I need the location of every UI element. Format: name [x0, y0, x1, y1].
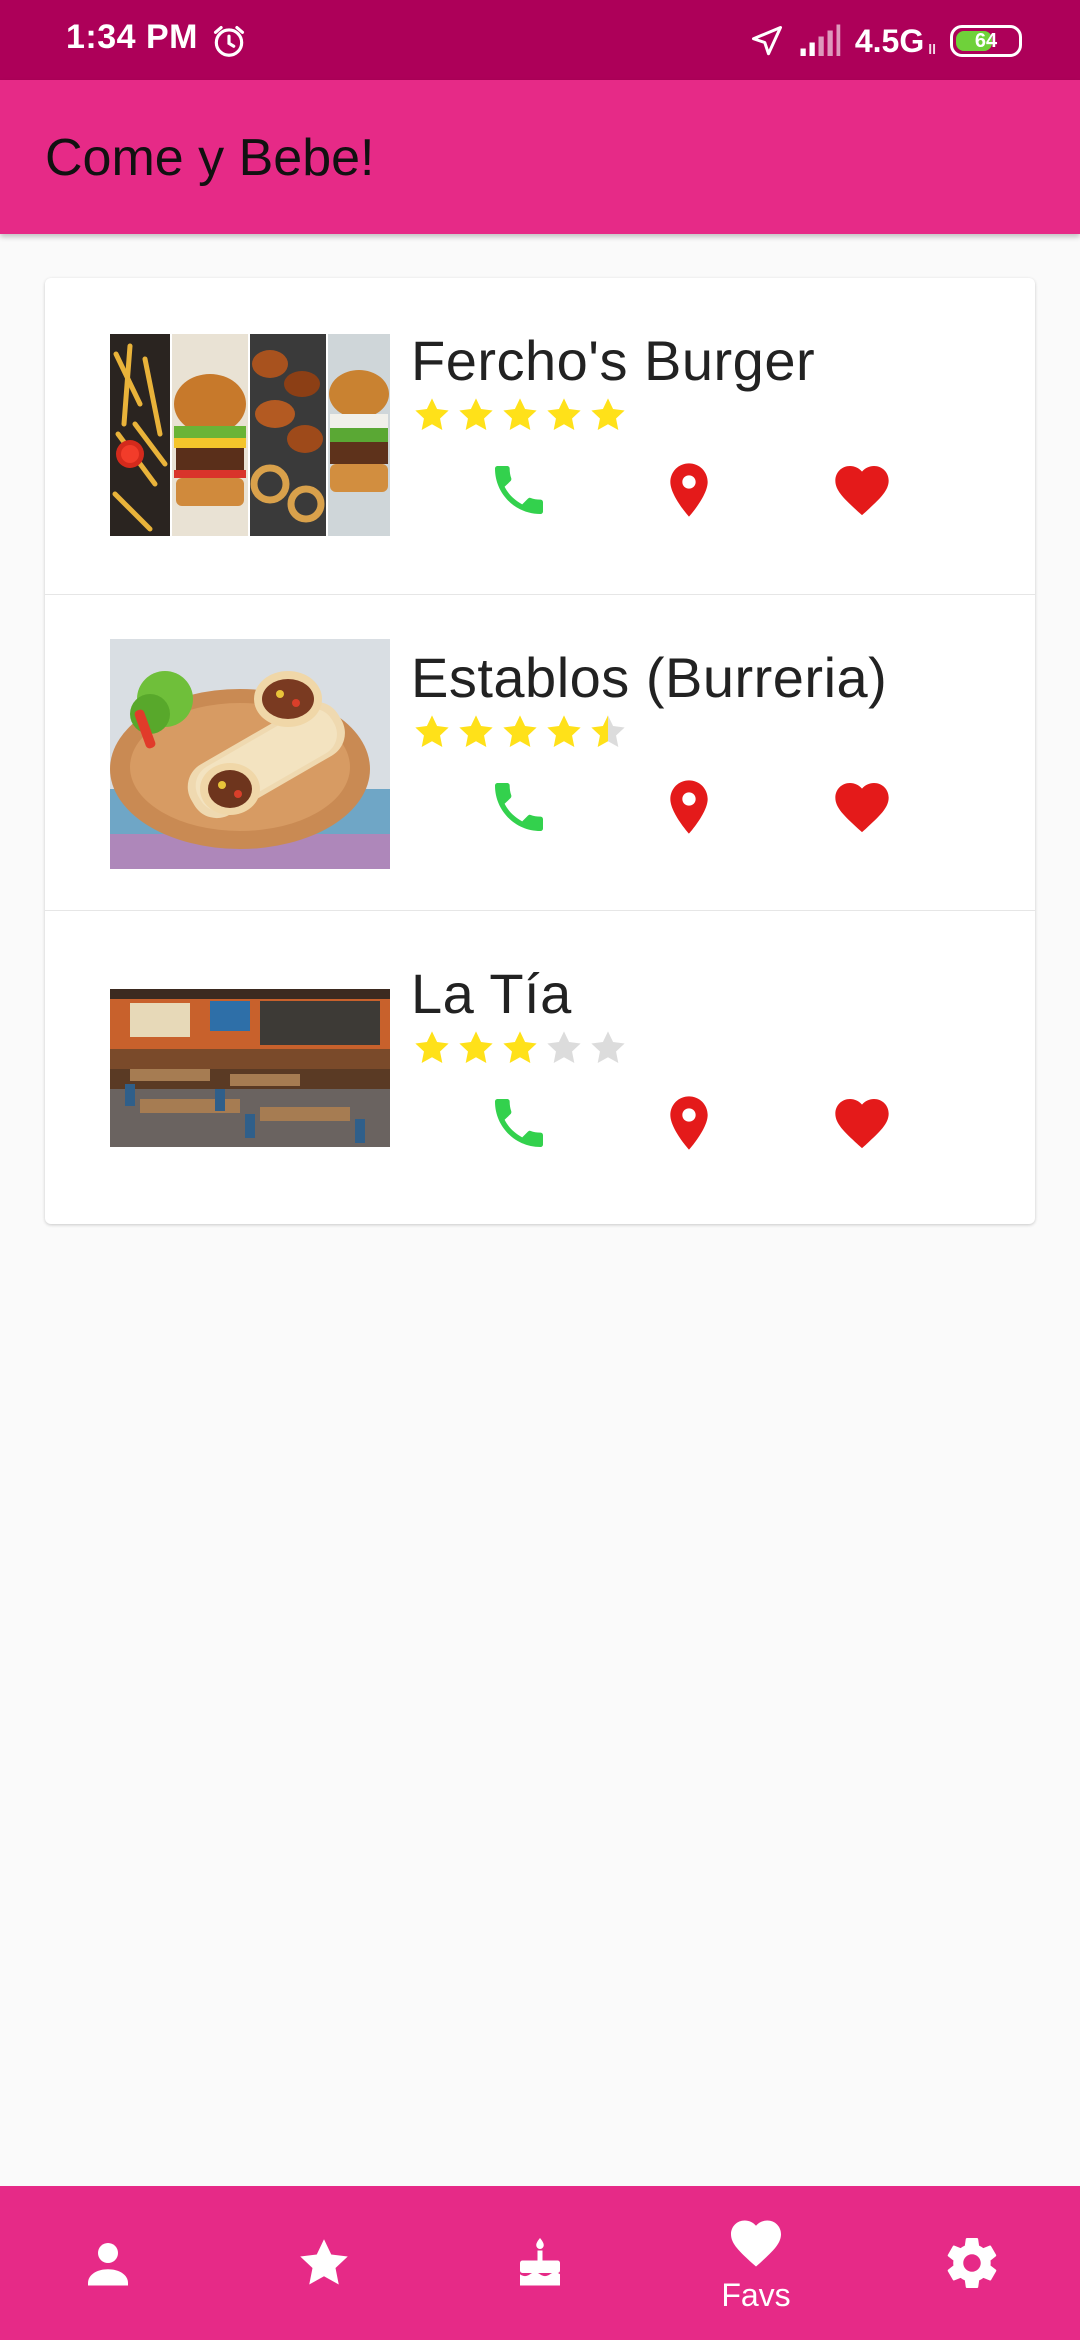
app-title: Come y Bebe!	[45, 129, 375, 187]
location-arrow-icon	[751, 26, 782, 56]
location-pin-icon[interactable]	[657, 1091, 721, 1155]
star-filled-icon	[591, 398, 625, 431]
network-sub: ll	[928, 41, 936, 57]
nav-item-birthday[interactable]	[432, 2186, 648, 2340]
restaurant-name: La Tía	[411, 962, 572, 1025]
nav-item-favs[interactable]: Favs	[648, 2186, 864, 2340]
heart-icon[interactable]	[830, 1091, 894, 1155]
nav-item-favorites-star[interactable]	[216, 2186, 432, 2340]
phone-icon[interactable]	[487, 775, 551, 839]
battery-icon: 64	[950, 25, 1022, 57]
location-pin-icon[interactable]	[657, 775, 721, 839]
heart-icon[interactable]	[830, 458, 894, 522]
row-actions	[45, 458, 1035, 528]
battery-percent: 64	[974, 29, 998, 52]
person-icon	[88, 2243, 128, 2286]
restaurant-row[interactable]: Establos (Burreria)	[45, 594, 1035, 911]
network-type: 4.5G	[854, 22, 925, 59]
star-filled-icon	[503, 715, 537, 748]
status-indicators: 4.5G ll 64	[749, 20, 1022, 62]
star-filled-icon	[503, 398, 537, 431]
restaurant-list: Fercho's Burger Establos (Burreria) La T…	[45, 278, 1035, 1224]
phone-icon[interactable]	[487, 458, 551, 522]
restaurant-name: Fercho's Burger	[411, 329, 816, 392]
star-empty-icon	[591, 1031, 625, 1064]
star-filled-icon	[415, 1031, 449, 1064]
alarm-icon	[213, 25, 245, 57]
restaurant-row[interactable]: Fercho's Burger	[45, 278, 1035, 594]
restaurant-row[interactable]: La Tía	[45, 910, 1035, 1227]
heart-icon	[731, 2220, 781, 2266]
star-filled-icon	[415, 398, 449, 431]
restaurant-name: Establos (Burreria)	[411, 646, 888, 709]
row-actions	[45, 1091, 1035, 1161]
star-filled-icon	[547, 715, 581, 748]
star-filled-icon	[547, 398, 581, 431]
star-empty-icon	[547, 1031, 581, 1064]
app-bar: Come y Bebe!	[0, 80, 1080, 234]
status-time: 1:34 PM	[66, 18, 198, 56]
row-actions	[45, 775, 1035, 845]
rating-stars	[411, 1027, 629, 1069]
bottom-navigation: Favs	[0, 2186, 1080, 2340]
cake-icon	[520, 2238, 560, 2286]
signal-icon	[800, 24, 841, 56]
star-icon	[300, 2239, 348, 2285]
rating-stars	[411, 394, 629, 436]
phone-icon[interactable]	[487, 1091, 551, 1155]
nav-label-favs: Favs	[721, 2276, 791, 2313]
star-filled-icon	[415, 715, 449, 748]
heart-icon[interactable]	[830, 775, 894, 839]
star-half-icon	[591, 715, 625, 748]
gear-icon	[947, 2238, 997, 2289]
nav-item-settings[interactable]	[864, 2186, 1080, 2340]
location-pin-icon[interactable]	[657, 458, 721, 522]
star-filled-icon	[503, 1031, 537, 1064]
star-filled-icon	[459, 715, 493, 748]
nav-item-profile[interactable]	[0, 2186, 216, 2340]
status-bar: 1:34 PM 4.5G ll 64	[0, 0, 1080, 80]
star-filled-icon	[459, 1031, 493, 1064]
rating-stars	[411, 711, 629, 753]
star-filled-icon	[459, 398, 493, 431]
